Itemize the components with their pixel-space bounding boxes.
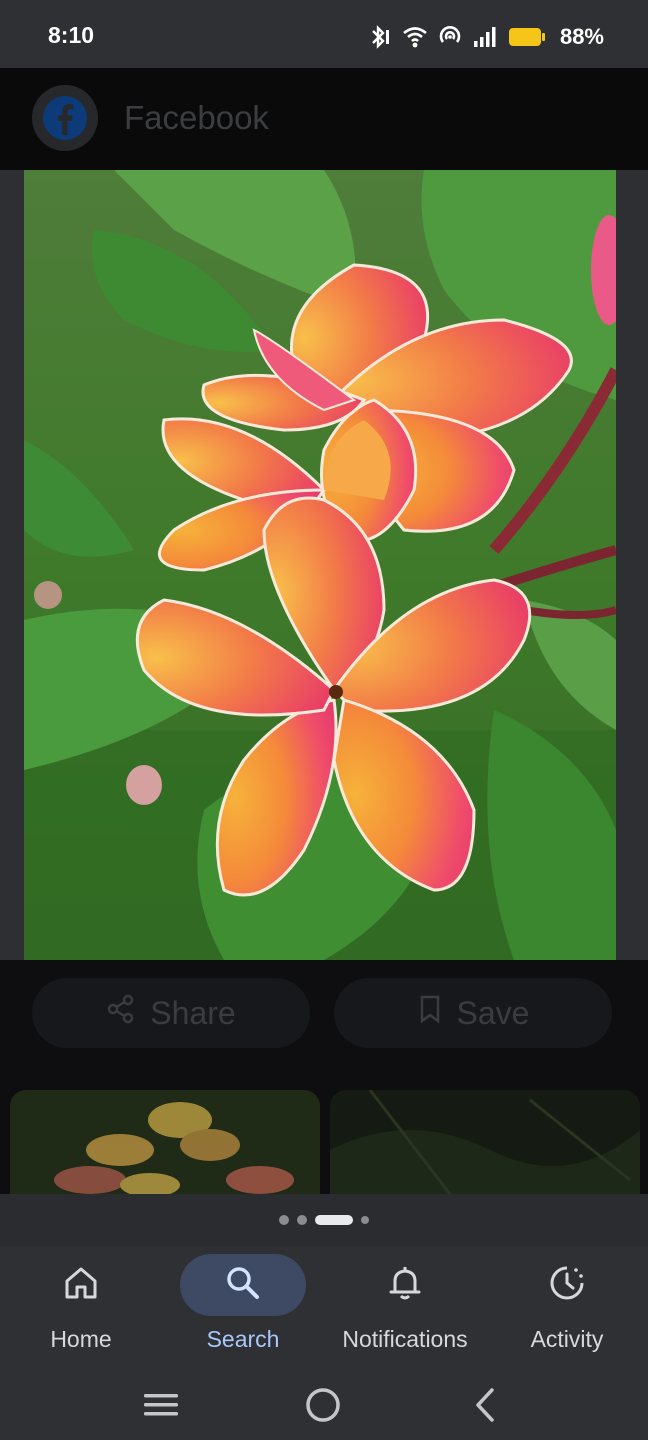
save-label: Save — [456, 994, 530, 1031]
hotspot-icon — [438, 25, 462, 49]
nav-notifications-icon-wrap — [342, 1254, 468, 1316]
share-label: Share — [150, 994, 236, 1031]
status-icons: 88% — [368, 22, 604, 52]
related-image-thumbnail[interactable] — [330, 1090, 640, 1194]
source-title[interactable]: Facebook — [124, 99, 269, 137]
share-button[interactable]: Share — [32, 978, 310, 1048]
bluetooth-icon — [368, 24, 392, 50]
pager-dot-active[interactable] — [315, 1215, 353, 1225]
nav-activity-icon-wrap — [504, 1254, 630, 1316]
image-preview-frame — [0, 170, 648, 960]
nav-home[interactable]: Home — [0, 1254, 162, 1364]
dimmed-background: Share Save — [0, 960, 648, 1194]
nav-home-icon-wrap — [18, 1254, 144, 1316]
facebook-logo-icon[interactable] — [32, 85, 98, 151]
signal-icon — [472, 26, 498, 48]
status-time: 8:10 — [48, 22, 95, 48]
nav-notifications[interactable]: Notifications — [324, 1254, 486, 1364]
nav-search[interactable]: Search — [162, 1254, 324, 1364]
share-icon — [106, 994, 136, 1032]
menu-icon — [142, 1390, 180, 1425]
nav-search-label: Search — [206, 1326, 280, 1352]
back-chevron-icon — [470, 1385, 500, 1430]
circle-icon — [303, 1385, 343, 1430]
nav-search-icon-wrap — [180, 1254, 306, 1316]
nav-home-label: Home — [50, 1326, 112, 1352]
bookmark-icon — [417, 994, 443, 1032]
history-icon — [547, 1263, 587, 1308]
system-navigation-bar — [0, 1372, 648, 1440]
pager-dot[interactable] — [279, 1215, 289, 1225]
search-icon — [224, 1264, 262, 1307]
carousel-pager — [0, 1194, 648, 1246]
bottom-navigation: Home Search Notifications Activity — [0, 1246, 648, 1372]
battery-percent: 88% — [559, 24, 604, 49]
nav-activity[interactable]: Activity — [486, 1254, 648, 1364]
related-image-thumbnail[interactable] — [10, 1090, 320, 1194]
flower-photo[interactable] — [24, 170, 616, 960]
nav-activity-label: Activity — [530, 1326, 604, 1352]
system-back-button[interactable] — [460, 1382, 510, 1432]
pager-dot[interactable] — [361, 1216, 369, 1224]
battery-icon — [508, 26, 546, 48]
pager-dot[interactable] — [297, 1215, 307, 1225]
system-home-button[interactable] — [298, 1382, 348, 1432]
status-bar: 8:10 88% — [0, 0, 648, 68]
bell-icon — [386, 1264, 424, 1307]
wifi-icon — [402, 25, 428, 49]
source-header: Facebook — [0, 68, 648, 170]
save-button[interactable]: Save — [334, 978, 612, 1048]
home-icon — [62, 1264, 100, 1307]
recent-apps-button[interactable] — [136, 1382, 186, 1432]
nav-notifications-label: Notifications — [342, 1326, 468, 1352]
